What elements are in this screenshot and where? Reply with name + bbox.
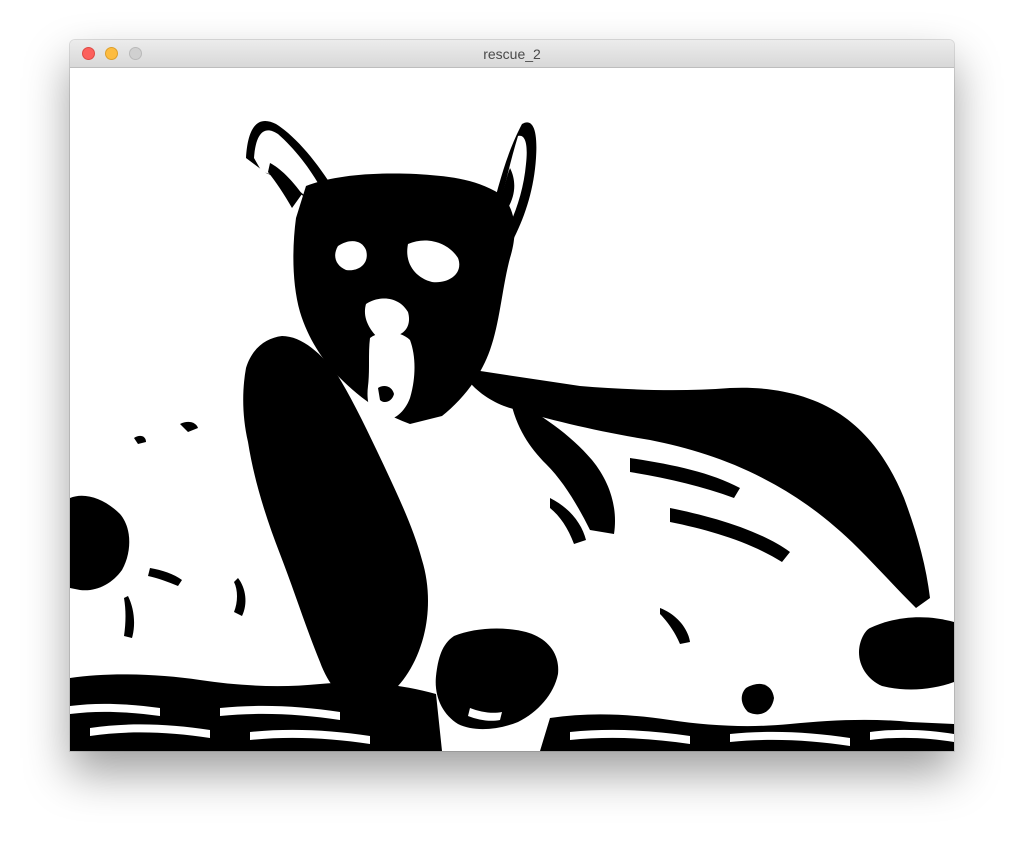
thresholded-corgi-image — [70, 68, 954, 751]
title-bar[interactable]: rescue_2 — [70, 40, 954, 68]
image-canvas — [70, 68, 954, 751]
window-title: rescue_2 — [483, 46, 541, 62]
app-window: rescue_2 — [70, 40, 954, 751]
